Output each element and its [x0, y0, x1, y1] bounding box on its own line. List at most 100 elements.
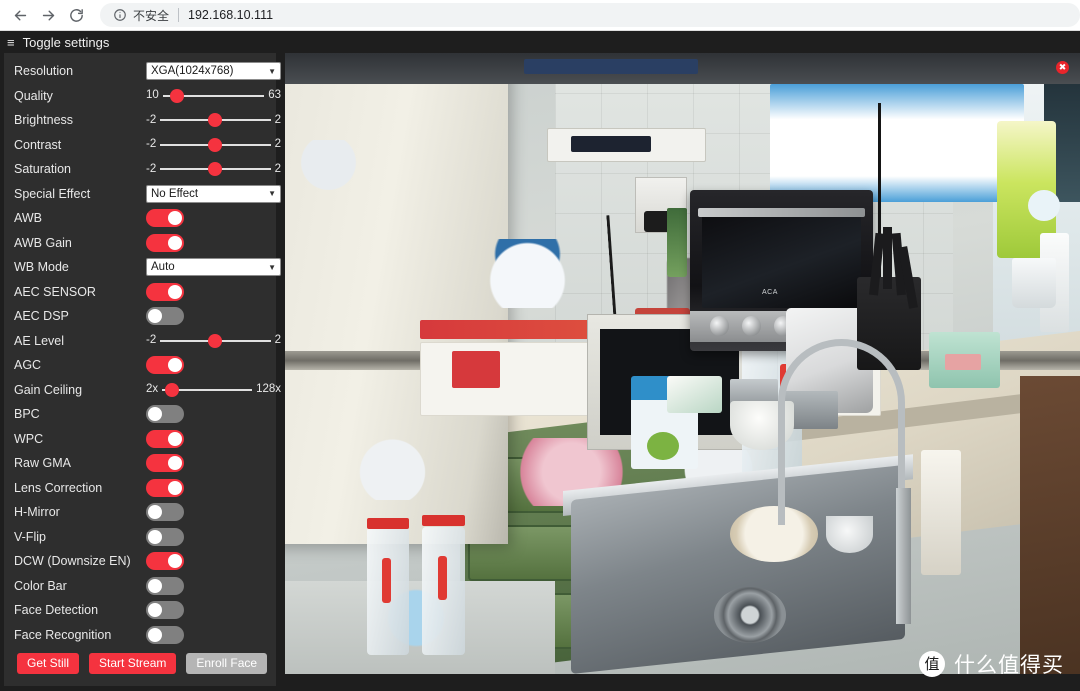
slider-saturation[interactable]: -2 2 — [146, 162, 281, 177]
info-circle-icon[interactable] — [112, 8, 127, 23]
toggle-knob — [148, 309, 162, 324]
slider-brightness[interactable]: -2 2 — [146, 113, 281, 128]
watermark-logo-icon: 值 — [919, 651, 945, 677]
setting-row: Resolution XGA(1024x768) ▼ — [4, 59, 281, 84]
knife — [882, 226, 892, 289]
setting-row: Contrast -2 2 — [4, 133, 281, 158]
omnibox[interactable]: 不安全 192.168.10.111 — [100, 3, 1080, 27]
toggle-knob — [168, 456, 182, 471]
setting-row: Brightness -2 2 — [4, 108, 281, 133]
toggle-agc[interactable] — [146, 356, 184, 375]
select-special-effect[interactable]: No Effect ▼ — [146, 184, 281, 203]
slider-track[interactable] — [162, 382, 252, 397]
slider-quality[interactable]: 10 63 — [146, 88, 281, 103]
toggle-awb-gain[interactable] — [146, 233, 184, 252]
slider-thumb[interactable] — [169, 88, 184, 103]
setting-label: V-Flip — [14, 529, 46, 544]
setting-row: AEC DSP — [4, 304, 276, 329]
slider-min-label: 2x — [146, 383, 159, 395]
toggle-v-flip[interactable] — [146, 527, 184, 546]
setting-control — [146, 307, 276, 326]
setting-label: AWB Gain — [14, 235, 72, 250]
toggle-knob — [148, 407, 162, 422]
mug — [1012, 257, 1057, 308]
toggle-bpc[interactable] — [146, 405, 184, 424]
hamburger-menu-icon[interactable]: ≡ — [7, 36, 15, 49]
camera-scene: ACA — [285, 53, 1080, 674]
setting-row: Gain Ceiling 2x 128x — [4, 378, 281, 403]
floor-bottle-cap — [366, 518, 409, 529]
setting-control — [146, 356, 276, 375]
setting-label: AEC DSP — [14, 309, 69, 324]
setting-control: 10 63 — [146, 88, 291, 103]
setting-control — [146, 552, 276, 571]
setting-row: Face Detection — [4, 598, 276, 623]
setting-label: WB Mode — [14, 260, 69, 275]
setting-label: WPC — [14, 431, 44, 446]
slider-track[interactable] — [160, 113, 271, 128]
slider-thumb[interactable] — [208, 162, 223, 177]
toggle-face-detection[interactable] — [146, 601, 184, 620]
faucet-stem — [895, 487, 912, 625]
setting-row: Color Bar — [4, 574, 276, 599]
toggle-h-mirror[interactable] — [146, 503, 184, 522]
toggle-awb[interactable] — [146, 209, 184, 228]
close-icon[interactable]: ✖ — [1056, 61, 1069, 74]
back-arrow-icon[interactable] — [6, 1, 34, 29]
toggle-knob — [148, 505, 162, 520]
settings-rows-container: Resolution XGA(1024x768) ▼ Quality 10 63 Brigh… — [4, 59, 281, 647]
toggle-knob — [168, 284, 182, 299]
setting-control — [146, 209, 276, 228]
slider-max-label: 128x — [256, 383, 281, 395]
setting-control — [146, 576, 276, 595]
slider-thumb[interactable] — [208, 113, 223, 128]
toggle-knob — [168, 431, 182, 446]
toggle-lens-correction[interactable] — [146, 478, 184, 497]
forward-arrow-icon[interactable] — [34, 1, 62, 29]
toggle-aec-sensor[interactable] — [146, 282, 184, 301]
settings-button-row: Get Still Start Stream Enroll Face — [4, 653, 276, 674]
toggle-color-bar[interactable] — [146, 576, 184, 595]
url-text[interactable]: 192.168.10.111 — [188, 8, 273, 22]
slider-thumb[interactable] — [165, 382, 180, 397]
toggle-face-recognition[interactable] — [146, 625, 184, 644]
slider-thumb[interactable] — [208, 333, 223, 348]
paper-towel-roll — [921, 450, 961, 575]
toggle-aec-dsp[interactable] — [146, 307, 184, 326]
chevron-down-icon: ▼ — [268, 66, 276, 76]
start-stream-button[interactable]: Start Stream — [89, 653, 177, 674]
reload-icon[interactable] — [62, 1, 90, 29]
get-still-button[interactable]: Get Still — [17, 653, 80, 674]
toggle-dcw-downsize-en-[interactable] — [146, 552, 184, 571]
setting-label: Color Bar — [14, 578, 67, 593]
toggle-raw-gma[interactable] — [146, 454, 184, 473]
setting-row: Saturation -2 2 — [4, 157, 281, 182]
setting-control: Auto ▼ — [146, 258, 291, 277]
setting-label: Face Detection — [14, 603, 99, 618]
setting-row: AEC SENSOR — [4, 280, 276, 305]
select-wb-mode[interactable]: Auto ▼ — [146, 258, 281, 277]
slider-track[interactable] — [160, 162, 271, 177]
slider-thumb[interactable] — [208, 137, 223, 152]
slider-track[interactable] — [160, 137, 271, 152]
slider-min-label: 10 — [146, 89, 159, 101]
slider-track[interactable] — [160, 333, 271, 348]
slider-gain-ceiling[interactable]: 2x 128x — [146, 382, 281, 397]
oven-door-glass — [701, 214, 861, 308]
toggle-knob — [148, 529, 162, 544]
browser-toolbar: 不安全 192.168.10.111 — [0, 0, 1080, 31]
settings-panel: Resolution XGA(1024x768) ▼ Quality 10 63 Brigh… — [4, 53, 281, 686]
slider-ae-level[interactable]: -2 2 — [146, 333, 281, 348]
toggle-wpc[interactable] — [146, 429, 184, 448]
select-resolution[interactable]: XGA(1024x768) ▼ — [146, 62, 281, 81]
camera-stream-view[interactable]: ACA ✖ — [285, 53, 1080, 674]
select-value: No Effect — [151, 187, 199, 200]
enroll-face-button[interactable]: Enroll Face — [186, 653, 268, 674]
toggle-settings-bar[interactable]: ≡ Toggle settings — [0, 31, 1080, 53]
setting-control: -2 2 — [146, 333, 291, 348]
toggle-knob — [148, 627, 162, 642]
slider-track[interactable] — [162, 88, 265, 103]
slider-contrast[interactable]: -2 2 — [146, 137, 281, 152]
fridge-label-sticker — [769, 84, 1025, 203]
select-value: XGA(1024x768) — [151, 65, 234, 78]
